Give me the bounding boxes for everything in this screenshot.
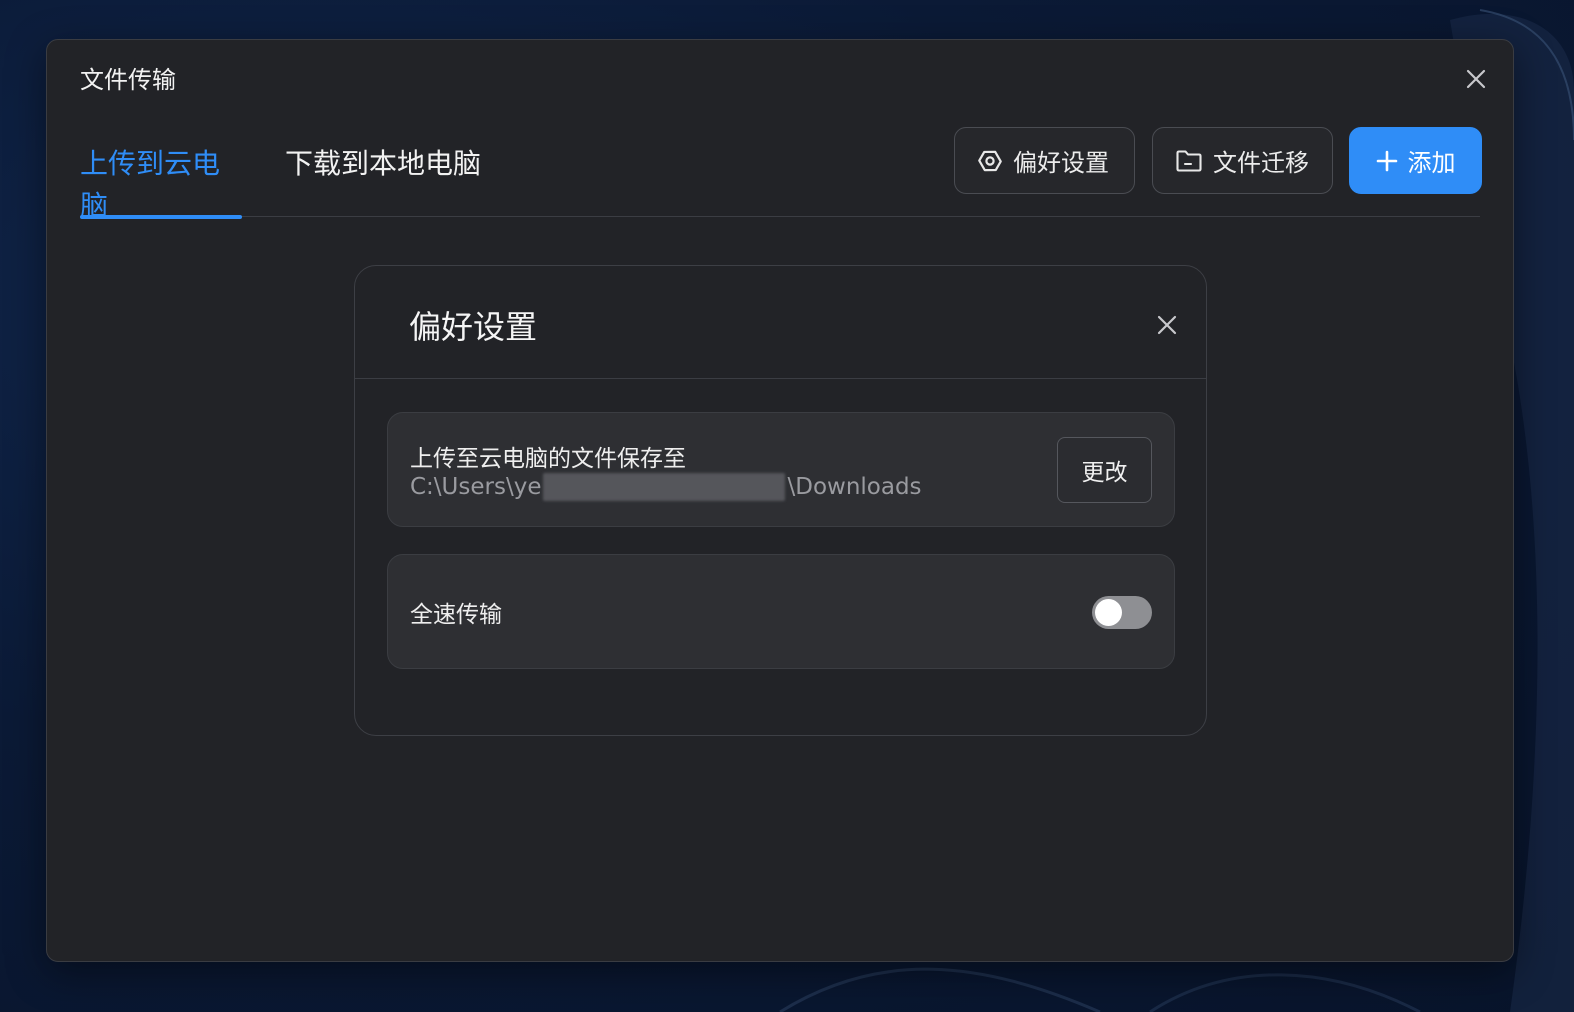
window-title: 文件传输 — [80, 66, 176, 94]
path-suffix: \Downloads — [787, 474, 922, 500]
save-location-card: 上传至云电脑的文件保存至 C:\Users\ye \Downloads 更改 — [387, 412, 1175, 527]
preferences-button[interactable]: 偏好设置 — [954, 127, 1135, 194]
toggle-knob — [1095, 599, 1122, 626]
full-speed-label: 全速传输 — [410, 602, 502, 628]
full-speed-toggle[interactable] — [1092, 596, 1152, 629]
window-close-button[interactable] — [1461, 64, 1491, 94]
change-location-button[interactable]: 更改 — [1057, 437, 1152, 503]
file-migrate-button-label: 文件迁移 — [1213, 149, 1309, 177]
close-icon — [1157, 315, 1177, 335]
add-button-label: 添加 — [1407, 149, 1456, 177]
file-migrate-button[interactable]: 文件迁移 — [1152, 127, 1333, 194]
close-icon — [1466, 69, 1486, 89]
path-prefix: C:\Users\ye — [410, 474, 542, 500]
plus-icon — [1376, 150, 1398, 172]
redacted-username — [543, 473, 786, 501]
dialog-header: 偏好设置 — [355, 266, 1206, 379]
tab-upload-to-cloud[interactable]: 上传到云电脑 — [80, 140, 242, 222]
dialog-close-button[interactable] — [1154, 312, 1180, 338]
full-speed-card: 全速传输 — [387, 554, 1175, 669]
add-button[interactable]: 添加 — [1349, 127, 1482, 194]
preferences-dialog: 偏好设置 上传至云电脑的文件保存至 C:\Users\ye \Downloads… — [354, 265, 1207, 736]
file-transfer-window: 文件传输 上传到云电脑 下载到本地电脑 偏好设置 文件迁移 添加 偏好设置 上传… — [46, 39, 1514, 962]
preferences-button-label: 偏好设置 — [1013, 149, 1109, 177]
save-location-path: C:\Users\ye \Downloads — [410, 473, 922, 501]
settings-hexagon-icon — [977, 148, 1003, 174]
save-location-label: 上传至云电脑的文件保存至 — [410, 446, 686, 472]
tab-download-to-local[interactable]: 下载到本地电脑 — [285, 140, 481, 217]
dialog-title: 偏好设置 — [409, 308, 538, 346]
folder-icon — [1175, 149, 1203, 173]
